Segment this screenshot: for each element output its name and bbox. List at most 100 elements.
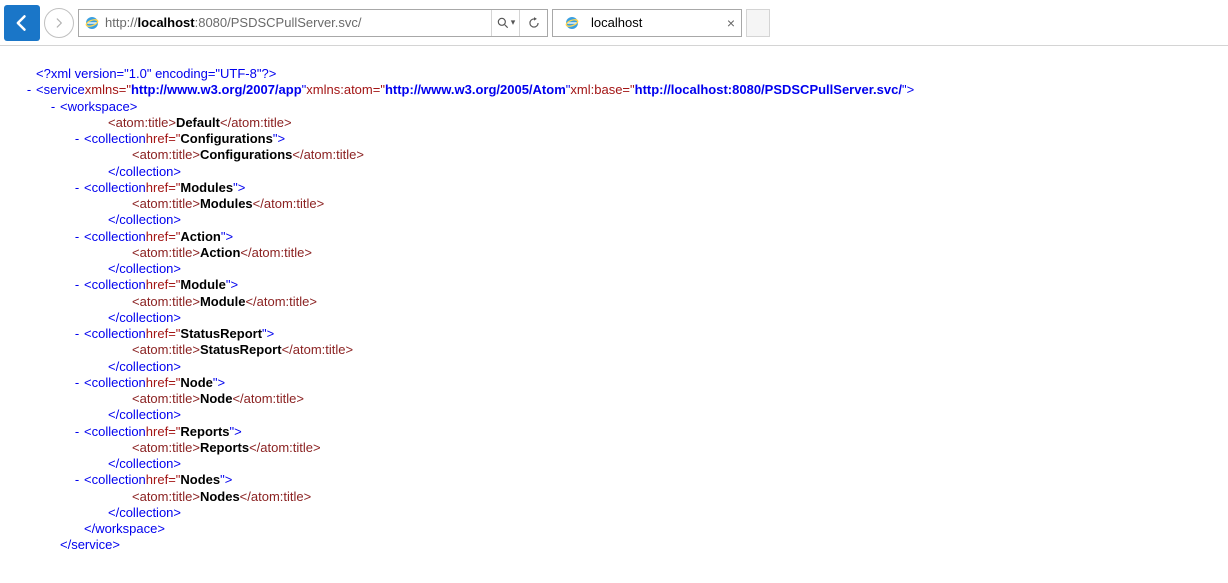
xml-content: <?xml version="1.0" encoding="UTF-8"?>-<… bbox=[0, 46, 1228, 574]
refresh-icon bbox=[527, 16, 541, 30]
xml-tag: <?xml version="1.0" encoding="UTF-8"?> bbox=[36, 66, 276, 82]
xml-line: </workspace> bbox=[24, 521, 1204, 537]
xml-line: -<collection href="Module"> bbox=[24, 277, 1204, 293]
xml-tag: </atom:title> bbox=[245, 294, 317, 310]
xml-tag: <atom:title> bbox=[132, 342, 200, 358]
collapse-toggle[interactable]: - bbox=[72, 424, 82, 440]
xml-line: -<service xmlns="http://www.w3.org/2007/… bbox=[24, 82, 1204, 98]
collapse-toggle[interactable]: - bbox=[72, 180, 82, 196]
address-bar[interactable]: http://localhost:8080/PSDSCPullServer.sv… bbox=[78, 9, 548, 37]
xml-tag: <service bbox=[36, 82, 85, 98]
xml-line: </collection> bbox=[24, 164, 1204, 180]
xml-text: Module bbox=[200, 294, 246, 310]
ie-icon bbox=[563, 14, 581, 32]
xml-tag: <collection bbox=[84, 277, 146, 293]
xml-line: -<collection href="Modules"> bbox=[24, 180, 1204, 196]
xml-line: <atom:title>Modules</atom:title> bbox=[24, 196, 1204, 212]
xml-text: Node bbox=[200, 391, 233, 407]
xml-line: <atom:title>Module</atom:title> bbox=[24, 294, 1204, 310]
xml-attr: href=" bbox=[146, 472, 181, 488]
xml-text: Reports bbox=[200, 440, 249, 456]
xml-tag: </atom:title> bbox=[240, 489, 312, 505]
xml-line: -<collection href="Configurations"> bbox=[24, 131, 1204, 147]
xml-tag: </service> bbox=[60, 537, 120, 553]
xml-text: Reports bbox=[180, 424, 229, 440]
browser-nav-bar: http://localhost:8080/PSDSCPullServer.sv… bbox=[0, 0, 1228, 46]
xml-attr: href=" bbox=[146, 229, 181, 245]
xml-tag: </collection> bbox=[108, 164, 181, 180]
xml-tag: <atom:title> bbox=[132, 391, 200, 407]
forward-button[interactable] bbox=[44, 8, 74, 38]
xml-tag: </atom:title> bbox=[232, 391, 304, 407]
xml-tag: <atom:title> bbox=[132, 147, 200, 163]
xml-text: Module bbox=[180, 277, 226, 293]
xml-tag: > bbox=[218, 375, 226, 391]
xml-text: Action bbox=[200, 245, 240, 261]
xml-attr: xml:base=" bbox=[570, 82, 634, 98]
xml-line: <atom:title>Default</atom:title> bbox=[24, 115, 1204, 131]
xml-tag: <collection bbox=[84, 131, 146, 147]
xml-tag: <atom:title> bbox=[132, 294, 200, 310]
xml-tag: <collection bbox=[84, 180, 146, 196]
xml-tag: <atom:title> bbox=[132, 440, 200, 456]
xml-tag: </atom:title> bbox=[220, 115, 292, 131]
xml-tag: <collection bbox=[84, 375, 146, 391]
xml-tag: </workspace> bbox=[84, 521, 165, 537]
xml-tag: <atom:title> bbox=[132, 196, 200, 212]
xml-tag: </collection> bbox=[108, 310, 181, 326]
address-text: http://localhost:8080/PSDSCPullServer.sv… bbox=[105, 15, 491, 30]
xml-tag: </atom:title> bbox=[253, 196, 325, 212]
xml-text: Node bbox=[180, 375, 213, 391]
arrow-left-icon bbox=[12, 13, 32, 33]
xml-text: Modules bbox=[180, 180, 233, 196]
xml-line: </collection> bbox=[24, 261, 1204, 277]
xml-tag: > bbox=[907, 82, 915, 98]
xml-line: -<collection href="Reports"> bbox=[24, 424, 1204, 440]
back-button[interactable] bbox=[4, 5, 40, 41]
xml-attr: href=" bbox=[146, 131, 181, 147]
collapse-toggle[interactable]: - bbox=[72, 326, 82, 342]
xml-line: <?xml version="1.0" encoding="UTF-8"?> bbox=[24, 66, 1204, 82]
xml-text: Nodes bbox=[180, 472, 220, 488]
xml-tag: > bbox=[267, 326, 275, 342]
xml-attr: xmlns:atom=" bbox=[306, 82, 385, 98]
xml-text: Configurations bbox=[180, 131, 272, 147]
xml-line: -<workspace> bbox=[24, 99, 1204, 115]
arrow-right-icon bbox=[52, 16, 66, 30]
collapse-toggle[interactable]: - bbox=[48, 99, 58, 115]
tab-close-button[interactable]: × bbox=[727, 15, 735, 31]
xml-attr: href=" bbox=[146, 277, 181, 293]
browser-tab[interactable]: localhost × bbox=[552, 9, 742, 37]
xml-line: </collection> bbox=[24, 310, 1204, 326]
collapse-toggle[interactable]: - bbox=[24, 82, 34, 98]
collapse-toggle[interactable]: - bbox=[72, 472, 82, 488]
xml-tag: <collection bbox=[84, 472, 146, 488]
xml-text: Default bbox=[176, 115, 220, 131]
xml-tag: <collection bbox=[84, 424, 146, 440]
xml-line: <atom:title>Reports</atom:title> bbox=[24, 440, 1204, 456]
refresh-button[interactable] bbox=[519, 10, 547, 36]
collapse-toggle[interactable]: - bbox=[72, 277, 82, 293]
xml-line: -<collection href="Node"> bbox=[24, 375, 1204, 391]
xml-tag: </collection> bbox=[108, 212, 181, 228]
xml-tag: </atom:title> bbox=[240, 245, 312, 261]
xml-tag: </collection> bbox=[108, 359, 181, 375]
xml-text: Nodes bbox=[200, 489, 240, 505]
xml-attr: href=" bbox=[146, 375, 181, 391]
xml-tag: <atom:title> bbox=[132, 245, 200, 261]
search-button[interactable]: ▾ bbox=[491, 10, 519, 36]
tab-title: localhost bbox=[591, 15, 721, 30]
collapse-toggle[interactable]: - bbox=[72, 229, 82, 245]
ie-icon bbox=[83, 14, 101, 32]
collapse-toggle[interactable]: - bbox=[72, 375, 82, 391]
xml-line: <atom:title>Action</atom:title> bbox=[24, 245, 1204, 261]
xml-line: </collection> bbox=[24, 407, 1204, 423]
xml-tag: </atom:title> bbox=[292, 147, 364, 163]
xml-attr: href=" bbox=[146, 424, 181, 440]
new-tab-button[interactable] bbox=[746, 9, 770, 37]
xml-attr: xmlns=" bbox=[85, 82, 131, 98]
collapse-toggle[interactable]: - bbox=[72, 131, 82, 147]
xml-line: </collection> bbox=[24, 456, 1204, 472]
xml-tag: > bbox=[225, 472, 233, 488]
xml-line: <atom:title>Configurations</atom:title> bbox=[24, 147, 1204, 163]
